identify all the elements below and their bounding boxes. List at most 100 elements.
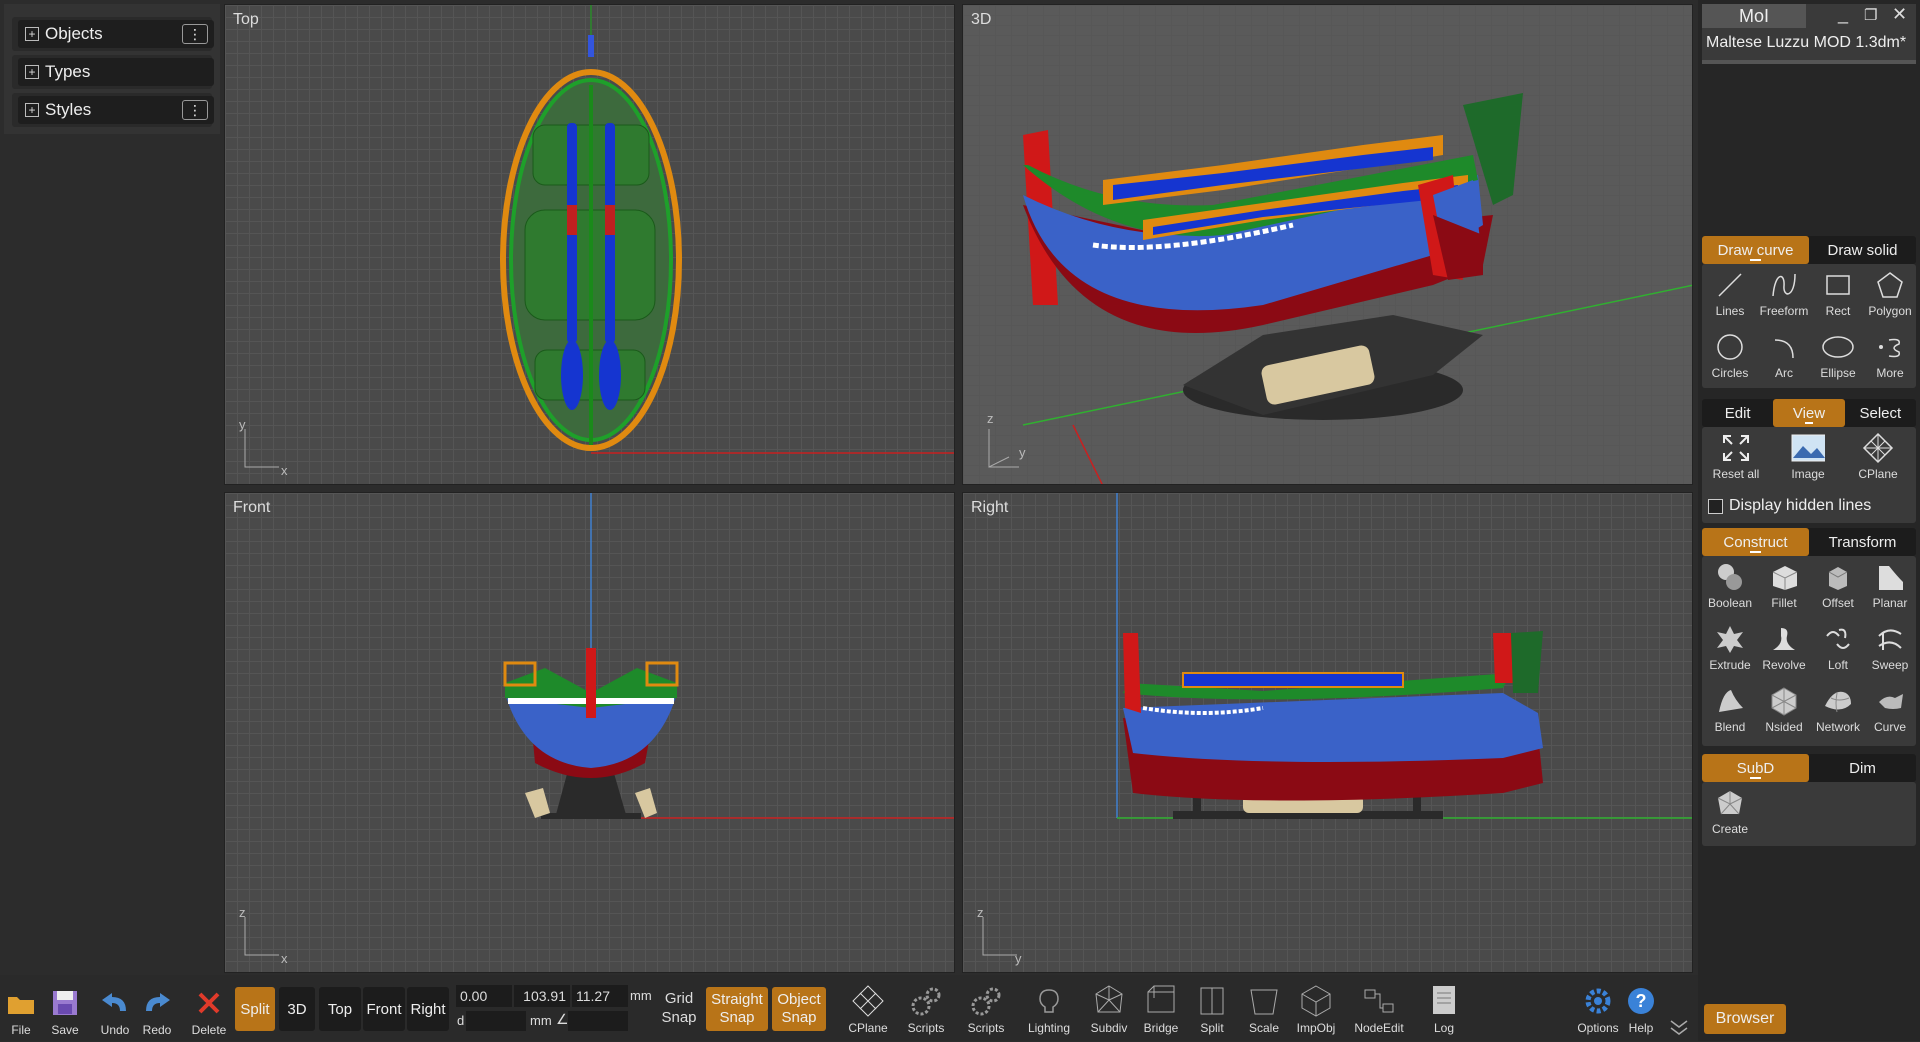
angle-icon: ∠ — [556, 1011, 569, 1027]
blend-tool[interactable]: Blend — [1704, 680, 1756, 740]
subdiv-icon — [1091, 983, 1127, 1019]
tab-dim[interactable]: Dim — [1809, 754, 1916, 782]
styles-header[interactable]: + Styles ⋮ — [18, 96, 214, 124]
extrude-tool[interactable]: Extrude — [1704, 618, 1756, 678]
view-top-button[interactable]: Top — [319, 987, 361, 1031]
gears-icon — [908, 983, 944, 1019]
scripts-button-2[interactable]: Scripts — [964, 983, 1008, 1035]
network-tool[interactable]: Network — [1812, 680, 1864, 740]
viewport-3d[interactable]: 3D z y — [962, 4, 1693, 485]
viewport-right[interactable]: Right z y — [962, 492, 1693, 973]
angle-input[interactable] — [568, 1011, 628, 1031]
circles-tool[interactable]: Circles — [1704, 326, 1756, 386]
redo-button[interactable]: Redo — [136, 985, 178, 1037]
fillet-tool[interactable]: Fillet — [1758, 556, 1810, 616]
view-3d-button[interactable]: 3D — [279, 987, 315, 1031]
styles-menu-button[interactable]: ⋮ — [182, 100, 208, 120]
boolean-tool[interactable]: Boolean — [1704, 556, 1756, 616]
sweep-tool[interactable]: Sweep — [1864, 618, 1916, 678]
freeform-tool[interactable]: Freeform — [1758, 264, 1810, 324]
impobj-button[interactable]: ImpObj — [1292, 983, 1340, 1035]
object-snap-button[interactable]: Object Snap — [772, 987, 826, 1031]
types-header[interactable]: + Types — [18, 58, 214, 86]
straight-snap-button[interactable]: Straight Snap — [706, 987, 768, 1031]
coord-x-input[interactable]: 0.00 — [456, 985, 512, 1007]
redo-icon — [139, 985, 175, 1021]
axis-x-label: x — [281, 463, 288, 478]
cplane-tool[interactable]: CPlane — [1852, 427, 1904, 487]
rect-icon — [1821, 268, 1855, 302]
lines-tool[interactable]: Lines — [1704, 264, 1756, 324]
loft-tool[interactable]: Loft — [1812, 618, 1864, 678]
distance-label: d — [457, 1013, 465, 1028]
tab-draw-solid[interactable]: Draw solid — [1809, 236, 1916, 264]
scripts-button-1[interactable]: Scripts — [904, 983, 948, 1035]
view-right-button[interactable]: Right — [407, 987, 449, 1031]
expand-icon[interactable]: + — [25, 27, 39, 41]
axis-z-label: z — [987, 411, 994, 426]
expand-icon[interactable]: + — [25, 103, 39, 117]
minimize-icon[interactable]: _ — [1838, 4, 1848, 25]
viewport-front[interactable]: Front z x — [224, 492, 955, 973]
display-hidden-lines-option[interactable]: Display hidden lines — [1708, 497, 1871, 515]
coord-y-input[interactable]: 103.91 — [514, 985, 570, 1007]
reset-all-tool[interactable]: Reset all — [1710, 427, 1762, 487]
view-split-button[interactable]: Split — [235, 987, 275, 1031]
subd-create-icon — [1713, 786, 1747, 820]
collapse-chevron-icon[interactable] — [1668, 1017, 1690, 1037]
nodeedit-button[interactable]: NodeEdit — [1350, 983, 1408, 1035]
revolve-tool[interactable]: Revolve — [1758, 618, 1810, 678]
grid-snap-button[interactable]: Grid Snap — [660, 989, 698, 1027]
rect-tool[interactable]: Rect — [1812, 264, 1864, 324]
viewport-top[interactable]: Top y x — [224, 4, 955, 485]
maximize-icon[interactable]: ❐ — [1864, 6, 1877, 24]
options-button[interactable]: Options — [1576, 983, 1620, 1035]
subd-create-tool[interactable]: Create — [1704, 782, 1756, 842]
objects-menu-button[interactable]: ⋮ — [182, 24, 208, 44]
tab-construct[interactable]: Construct — [1702, 528, 1809, 556]
view-front-button[interactable]: Front — [363, 987, 405, 1031]
tab-view[interactable]: View — [1773, 399, 1845, 427]
delete-button[interactable]: Delete — [186, 985, 232, 1037]
subdiv-button[interactable]: Subdiv — [1086, 983, 1132, 1035]
styles-section: + Styles ⋮ — [12, 93, 214, 127]
close-icon[interactable]: ✕ — [1892, 4, 1907, 25]
coord-z-input[interactable]: 11.27 — [572, 985, 628, 1007]
undo-button[interactable]: Undo — [94, 985, 136, 1037]
objects-header[interactable]: + Objects ⋮ — [18, 20, 214, 48]
polygon-tool[interactable]: Polygon — [1864, 264, 1916, 324]
cplane-button[interactable]: CPlane — [846, 983, 890, 1035]
tab-select[interactable]: Select — [1845, 399, 1916, 427]
browser-button[interactable]: Browser — [1704, 1004, 1786, 1034]
distance-input[interactable] — [466, 1011, 526, 1031]
help-button[interactable]: ? Help — [1620, 983, 1662, 1035]
nodeedit-icon — [1361, 983, 1397, 1019]
more-tool[interactable]: More — [1864, 326, 1916, 386]
split-button[interactable]: Split — [1190, 983, 1234, 1035]
curve-tool[interactable]: Curve — [1864, 680, 1916, 740]
expand-arrows-icon — [1719, 431, 1753, 465]
lighting-button[interactable]: Lighting — [1024, 983, 1074, 1035]
axis-y-label: y — [1019, 445, 1026, 460]
axis-z-label: z — [977, 905, 984, 920]
gear-icon — [1580, 983, 1616, 1019]
log-button[interactable]: Log — [1422, 983, 1466, 1035]
display-hidden-lines-checkbox[interactable] — [1708, 498, 1723, 514]
planar-tool[interactable]: Planar — [1864, 556, 1916, 616]
tab-subd[interactable]: SubD — [1702, 754, 1809, 782]
save-button[interactable]: Save — [44, 985, 86, 1037]
scale-button[interactable]: Scale — [1242, 983, 1286, 1035]
image-tool[interactable]: Image — [1782, 427, 1834, 487]
arc-icon — [1767, 330, 1801, 364]
circle-icon — [1713, 330, 1747, 364]
arc-tool[interactable]: Arc — [1758, 326, 1810, 386]
file-button[interactable]: File — [0, 985, 42, 1037]
bridge-button[interactable]: Bridge — [1138, 983, 1184, 1035]
expand-icon[interactable]: + — [25, 65, 39, 79]
ellipse-tool[interactable]: Ellipse — [1812, 326, 1864, 386]
nsided-tool[interactable]: Nsided — [1758, 680, 1810, 740]
tab-draw-curve[interactable]: Draw curve — [1702, 236, 1809, 264]
tab-transform[interactable]: Transform — [1809, 528, 1916, 556]
offset-tool[interactable]: Offset — [1812, 556, 1864, 616]
tab-edit[interactable]: Edit — [1702, 399, 1773, 427]
